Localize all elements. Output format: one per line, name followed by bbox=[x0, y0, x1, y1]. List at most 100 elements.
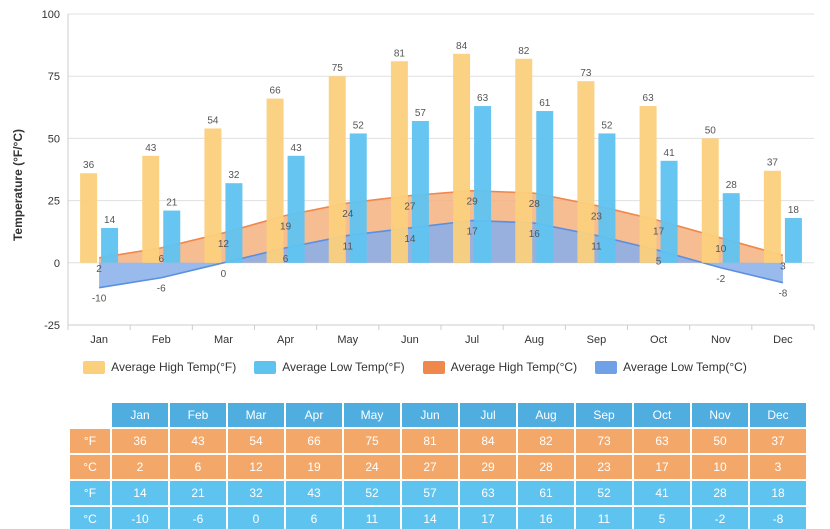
table-header-cell: Dec bbox=[750, 403, 806, 427]
legend-label: Average Low Temp(°F) bbox=[282, 360, 405, 374]
table-body: °F 36 43 54 66 75 81 84 82 73 63 50 37 °C 2 6 12 19 24 27 29… bbox=[70, 429, 806, 529]
table-data-cell: 73 bbox=[576, 429, 632, 453]
table-header-cell: Jun bbox=[402, 403, 458, 427]
svg-text:50: 50 bbox=[48, 133, 60, 145]
table-data-cell: 63 bbox=[634, 429, 690, 453]
table-header-cell: Sep bbox=[576, 403, 632, 427]
table-header-row: Jan Feb Mar Apr May Jun Jul Aug Sep Oct Nov Dec bbox=[70, 403, 806, 427]
table-data-cell: 41 bbox=[634, 481, 690, 505]
table-data-cell: 12 bbox=[228, 455, 284, 479]
table-data-cell: 82 bbox=[518, 429, 574, 453]
svg-text:27: 27 bbox=[404, 202, 416, 213]
legend-item[interactable]: Average High Temp(°C) bbox=[422, 360, 578, 374]
table-unit-cell: °F bbox=[70, 481, 110, 505]
table-data-cell: 16 bbox=[518, 507, 574, 529]
table-data-cell: 17 bbox=[634, 455, 690, 479]
svg-text:5: 5 bbox=[656, 256, 662, 267]
table-data-cell: 0 bbox=[228, 507, 284, 529]
legend-label: Average High Temp(°C) bbox=[450, 360, 578, 374]
svg-text:25: 25 bbox=[48, 196, 60, 208]
weather-chart-page: -25 0 25 50 75 100 36 14 43 21 54 32 66 43 75 52 81 57 84… bbox=[0, 0, 830, 529]
table-data-cell: 57 bbox=[402, 481, 458, 505]
svg-text:Sep: Sep bbox=[587, 334, 607, 346]
svg-text:24: 24 bbox=[342, 209, 354, 220]
svg-text:52: 52 bbox=[353, 120, 365, 131]
svg-text:17: 17 bbox=[467, 227, 479, 238]
table-data-cell: 18 bbox=[750, 481, 806, 505]
table-unit-cell: °C bbox=[70, 455, 110, 479]
svg-text:0: 0 bbox=[221, 269, 227, 280]
svg-text:37: 37 bbox=[767, 158, 779, 169]
svg-text:63: 63 bbox=[643, 93, 655, 104]
table-data-cell: -10 bbox=[112, 507, 168, 529]
legend-swatch-icon bbox=[422, 360, 445, 374]
y-axis-tick-labels: -25 0 25 50 75 100 bbox=[42, 9, 60, 332]
legend-swatch-icon bbox=[595, 360, 618, 374]
table-data-cell: 84 bbox=[460, 429, 516, 453]
svg-text:73: 73 bbox=[580, 68, 592, 79]
svg-text:May: May bbox=[337, 334, 358, 346]
svg-text:17: 17 bbox=[653, 227, 665, 238]
table-data-cell: 54 bbox=[228, 429, 284, 453]
svg-text:12: 12 bbox=[218, 239, 230, 250]
y-axis-title: Temperature (°F/°C) bbox=[11, 129, 25, 241]
svg-text:-2: -2 bbox=[716, 274, 725, 285]
svg-text:41: 41 bbox=[664, 148, 676, 159]
table-data-cell: 11 bbox=[576, 507, 632, 529]
svg-text:-8: -8 bbox=[778, 289, 787, 300]
table-data-cell: 6 bbox=[286, 507, 342, 529]
table-unit-cell: °C bbox=[70, 507, 110, 529]
table-data-cell: 2 bbox=[112, 455, 168, 479]
legend-item[interactable]: Average Low Temp(°C) bbox=[595, 360, 747, 374]
table-data-cell: 37 bbox=[750, 429, 806, 453]
svg-text:66: 66 bbox=[270, 86, 282, 97]
table-data-cell: 27 bbox=[402, 455, 458, 479]
celsius-area-series bbox=[98, 189, 784, 289]
table-data-cell: 24 bbox=[344, 455, 400, 479]
svg-text:75: 75 bbox=[332, 63, 344, 74]
table-header-cell: Apr bbox=[286, 403, 342, 427]
svg-text:28: 28 bbox=[529, 199, 541, 210]
legend-item[interactable]: Average Low Temp(°F) bbox=[254, 360, 405, 374]
svg-text:84: 84 bbox=[456, 41, 468, 52]
table-data-cell: 14 bbox=[112, 481, 168, 505]
svg-text:2: 2 bbox=[96, 264, 102, 275]
table-data-cell: 81 bbox=[402, 429, 458, 453]
svg-text:16: 16 bbox=[529, 229, 541, 240]
svg-text:43: 43 bbox=[291, 143, 303, 154]
table-data-cell: 52 bbox=[576, 481, 632, 505]
chart-legend: Average High Temp(°F) Average Low Temp(°F… bbox=[0, 360, 830, 374]
svg-text:100: 100 bbox=[42, 9, 60, 21]
table-data-cell: 6 bbox=[170, 455, 226, 479]
table-row: °F 36 43 54 66 75 81 84 82 73 63 50 37 bbox=[70, 429, 806, 453]
legend-swatch-icon bbox=[254, 360, 277, 374]
svg-text:21: 21 bbox=[166, 198, 178, 209]
legend-swatch-icon bbox=[83, 360, 106, 374]
svg-text:Jun: Jun bbox=[401, 334, 419, 346]
svg-text:18: 18 bbox=[788, 205, 800, 216]
svg-text:32: 32 bbox=[228, 170, 240, 181]
table-data-cell: -8 bbox=[750, 507, 806, 529]
svg-text:Jan: Jan bbox=[90, 334, 108, 346]
table-data-cell: 21 bbox=[170, 481, 226, 505]
table-data-cell: 75 bbox=[344, 429, 400, 453]
legend-label: Average High Temp(°F) bbox=[111, 360, 237, 374]
svg-text:28: 28 bbox=[726, 180, 738, 191]
legend-item[interactable]: Average High Temp(°F) bbox=[83, 360, 236, 374]
table-data-cell: 28 bbox=[692, 481, 748, 505]
svg-text:-25: -25 bbox=[44, 320, 60, 332]
svg-text:57: 57 bbox=[415, 108, 427, 119]
table-data-cell: 10 bbox=[692, 455, 748, 479]
table-data-cell: 61 bbox=[518, 481, 574, 505]
table-data-cell: 52 bbox=[344, 481, 400, 505]
svg-text:63: 63 bbox=[477, 93, 489, 104]
table-data-cell: 23 bbox=[576, 455, 632, 479]
svg-text:43: 43 bbox=[145, 143, 157, 154]
table-data-cell: 28 bbox=[518, 455, 574, 479]
table-row: °F 14 21 32 43 52 57 63 61 52 41 28 18 bbox=[70, 481, 806, 505]
table-row: °C 2 6 12 19 24 27 29 28 23 17 10 3 bbox=[70, 455, 806, 479]
table-data-cell: 14 bbox=[402, 507, 458, 529]
svg-text:14: 14 bbox=[404, 234, 416, 245]
svg-text:Oct: Oct bbox=[650, 334, 667, 346]
table-data-cell: 32 bbox=[228, 481, 284, 505]
